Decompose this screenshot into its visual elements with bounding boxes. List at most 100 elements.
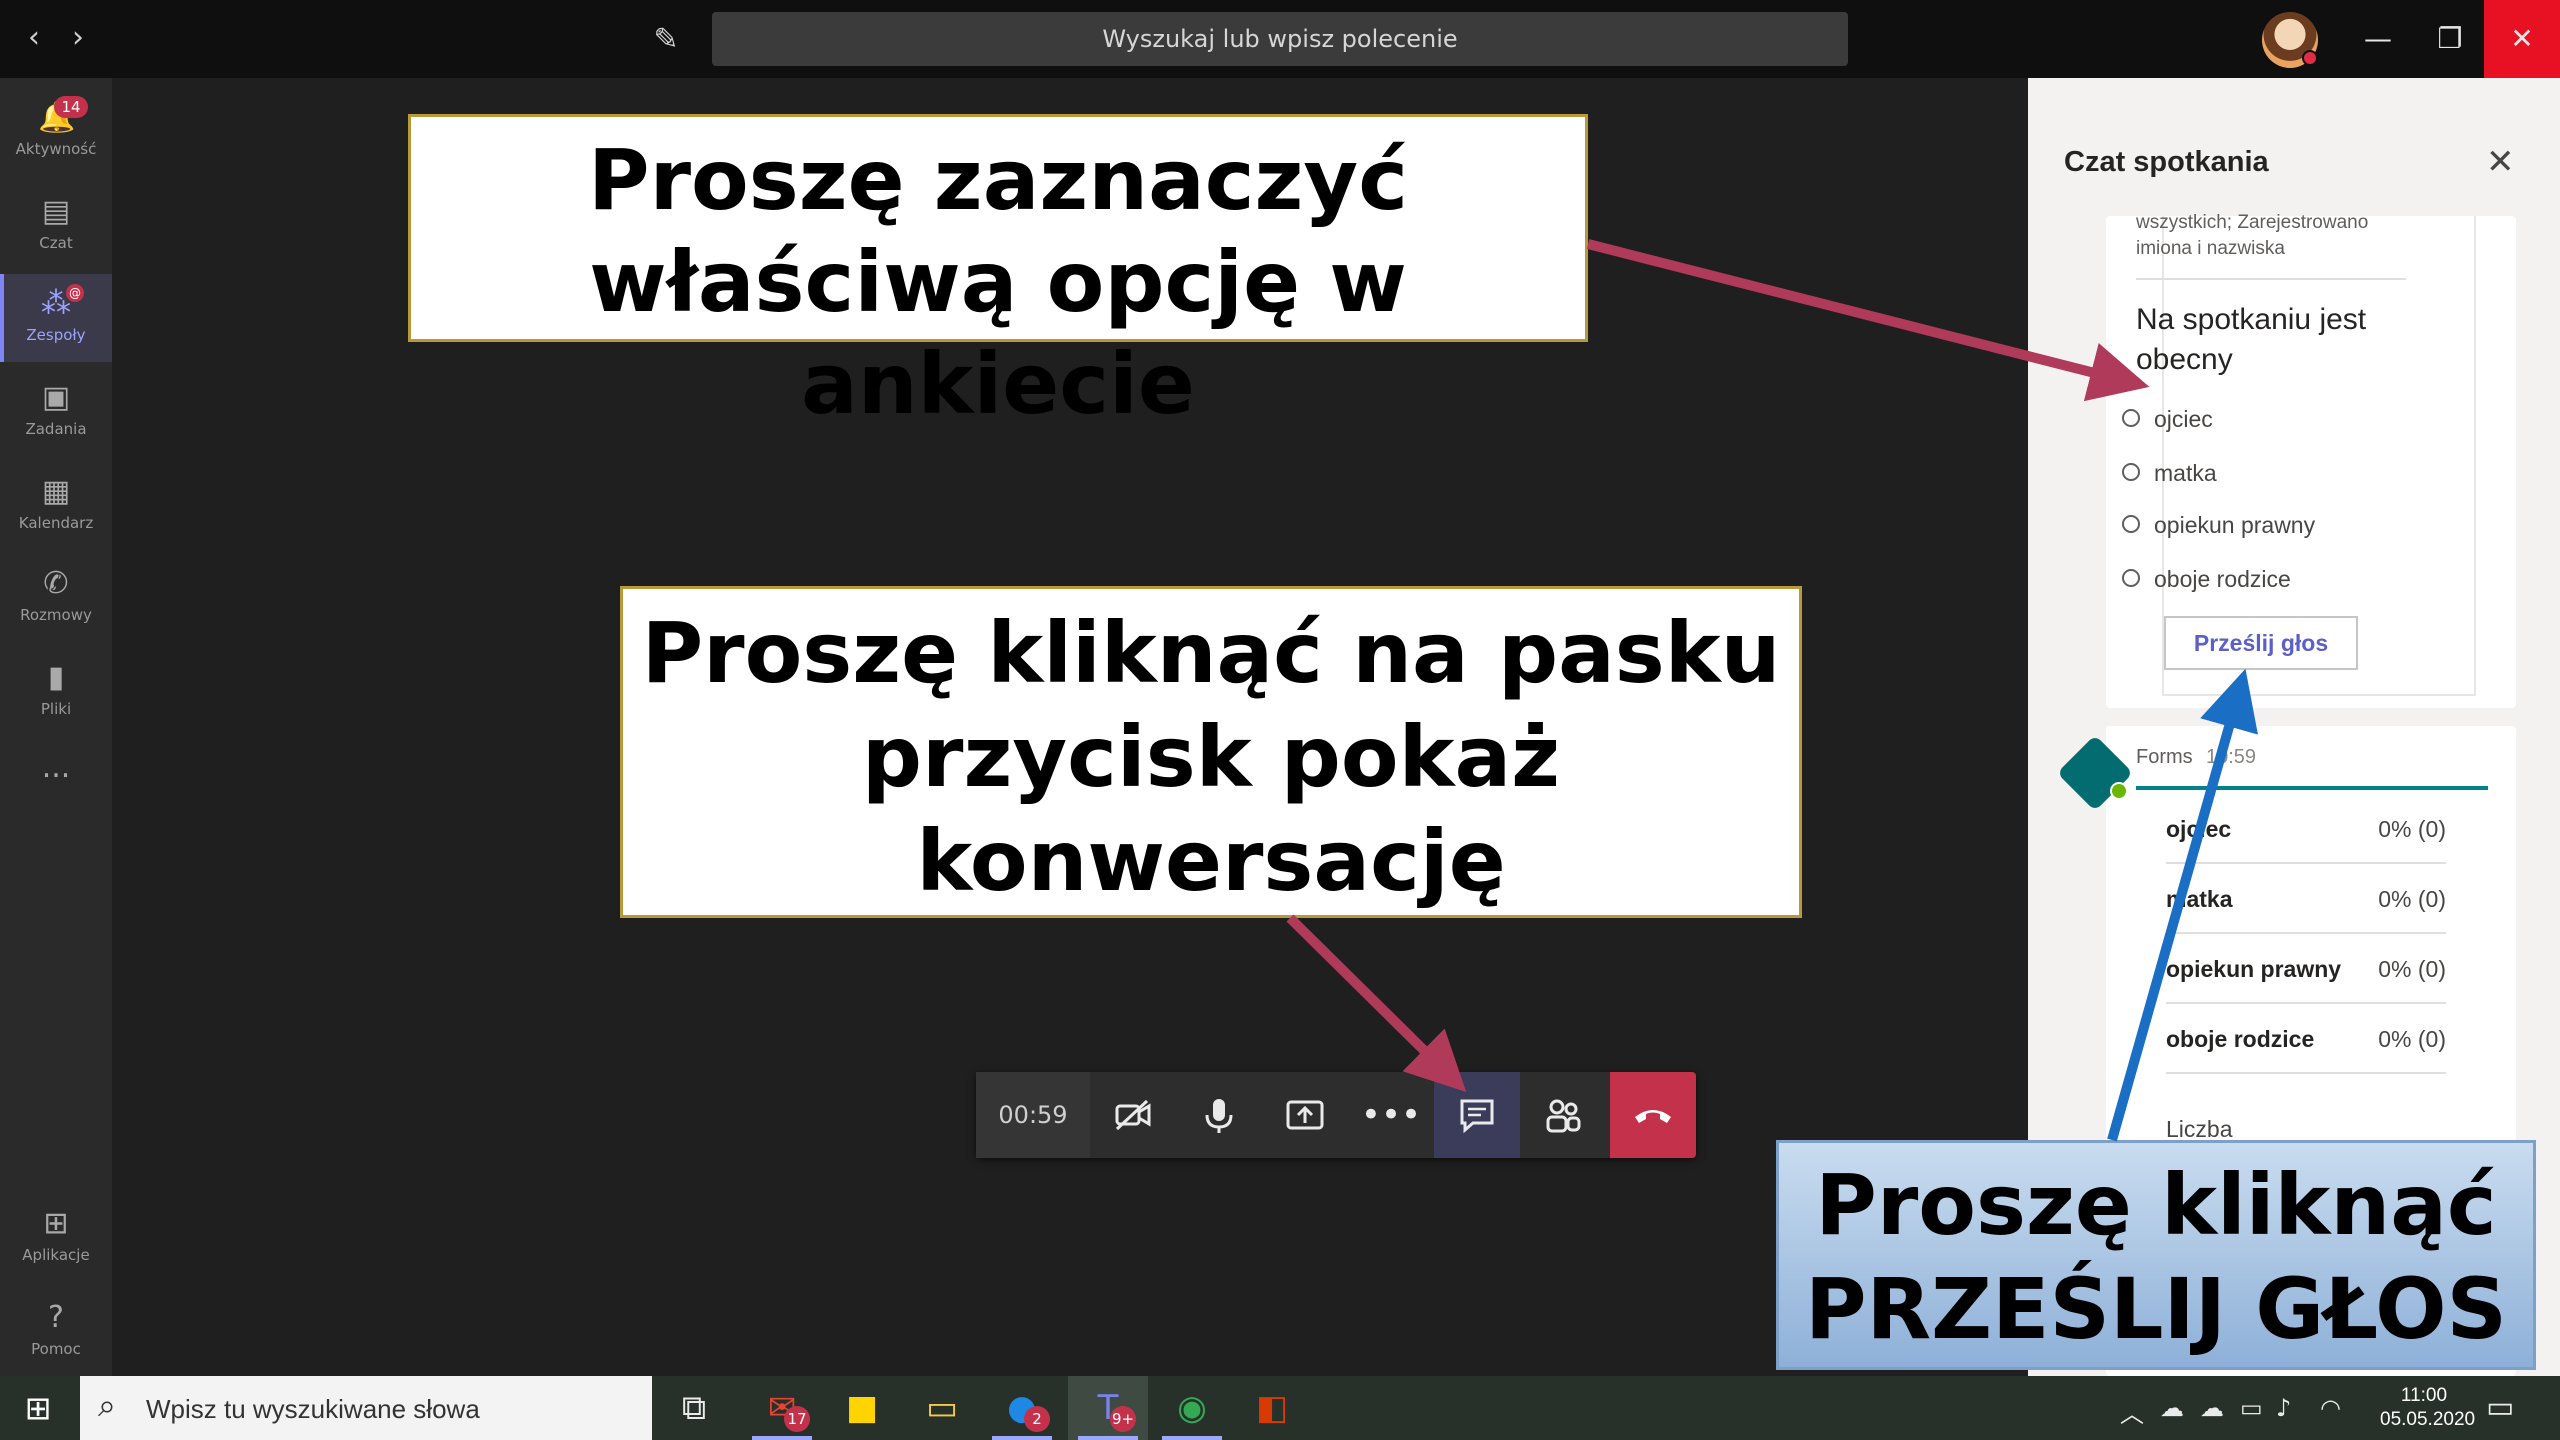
app-rail: 🔔 Aktywność 14 ▤ Czat ⁂ Zespoły @ ▣ Zada… <box>0 78 112 1376</box>
task-view-icon[interactable]: ⧉ <box>654 1376 734 1440</box>
windows-start-icon[interactable]: ⊞ <box>20 1390 56 1426</box>
rail-item-calls[interactable]: ✆ Rozmowy <box>0 554 112 642</box>
office-icon[interactable]: ◧ <box>1232 1376 1312 1440</box>
chevron-right-icon[interactable]: › <box>58 18 98 58</box>
clock-time: 11:00 <box>2400 1385 2448 1406</box>
result-label: oboje rodzice <box>2166 1026 2315 1052</box>
chat-panel-title: Czat spotkania <box>2064 146 2269 178</box>
sender-name: Forms <box>2136 746 2193 768</box>
poll-option[interactable]: opiekun prawny <box>2122 512 2316 539</box>
poll-meta: wszystkich; Zarejestrowano imiona i nazw… <box>2136 212 2369 259</box>
radio-button[interactable] <box>2122 515 2140 533</box>
assignments-icon: ▣ <box>41 380 71 415</box>
results-accent-bar <box>2136 786 2488 790</box>
rail-item-calendar[interactable]: ▦ Kalendarz <box>0 462 112 550</box>
rail-item-label: Aktywność <box>15 140 97 158</box>
poll-option[interactable]: matka <box>2122 460 2217 487</box>
notifications-icon[interactable]: ▭ <box>2486 1390 2514 1425</box>
divider <box>2136 278 2406 280</box>
result-label: opiekun prawny <box>2166 956 2342 982</box>
taskbar-search-placeholder: Wpisz tu wyszukiwane słowa <box>146 1394 480 1424</box>
share-screen-button[interactable] <box>1262 1072 1348 1158</box>
submit-vote-button[interactable]: Prześlij głos <box>2164 616 2358 670</box>
camera-off-icon <box>1115 1099 1151 1131</box>
poll-option[interactable]: ojciec <box>2122 406 2213 433</box>
rail-item-label: Zadania <box>25 420 87 438</box>
call-toolbar: 00:59 ••• <box>976 1072 1696 1158</box>
chevron-up-icon[interactable]: ︿ <box>2120 1394 2144 1429</box>
files-icon: ▮ <box>47 660 65 695</box>
minimize-button[interactable]: — <box>2340 0 2416 78</box>
rail-item-label: Kalendarz <box>18 514 94 532</box>
chat-icon: ▤ <box>41 194 71 229</box>
call-timer: 00:59 <box>976 1072 1090 1158</box>
radio-button[interactable] <box>2122 463 2140 481</box>
chrome-icon[interactable]: ◉ <box>1152 1376 1232 1440</box>
maximize-button[interactable]: ❐ <box>2412 0 2488 78</box>
radio-button[interactable] <box>2122 409 2140 427</box>
result-label: ojciec <box>2166 816 2232 842</box>
sticky-notes-icon[interactable]: ■ <box>822 1376 902 1440</box>
microphone-button[interactable] <box>1176 1072 1262 1158</box>
rail-item-chat[interactable]: ▤ Czat <box>0 182 112 270</box>
result-label: matka <box>2166 886 2233 912</box>
search-icon: ⌕ <box>98 1386 116 1424</box>
apps-icon: ⊞ <box>43 1206 69 1241</box>
radio-button[interactable] <box>2122 569 2140 587</box>
camera-off-button[interactable] <box>1090 1072 1176 1158</box>
compose-icon[interactable]: ✎ <box>646 20 686 60</box>
onedrive-icon[interactable]: ☁ <box>2160 1394 2184 1422</box>
result-value: 0% (0) <box>2378 1026 2446 1052</box>
rail-item-files[interactable]: ▮ Pliki <box>0 648 112 736</box>
search-input[interactable]: Wyszukaj lub wpisz polecenie <box>712 12 1848 66</box>
calendar-icon: ▦ <box>41 474 71 509</box>
poll-option-label: ojciec <box>2154 406 2213 432</box>
gmail-badge: 17 <box>784 1406 810 1432</box>
more-actions-button[interactable]: ••• <box>1348 1072 1434 1158</box>
result-row: ojciec 0% (0) <box>2166 794 2446 864</box>
close-icon[interactable]: ✕ <box>2486 142 2515 182</box>
rail-item-label: Pliki <box>40 700 72 718</box>
clock-date: 05.05.2020 <box>2380 1409 2476 1430</box>
poll-question: Na spotkaniu jest obecny <box>2136 303 2367 376</box>
poll-option-label: oboje rodzice <box>2154 566 2291 592</box>
poll-option[interactable]: oboje rodzice <box>2122 566 2291 593</box>
chevron-left-icon[interactable]: ‹ <box>14 18 54 58</box>
file-explorer-icon[interactable]: ▭ <box>902 1376 982 1440</box>
teams-taskbar-icon[interactable]: T 9+ <box>1068 1376 1148 1440</box>
result-value: 0% (0) <box>2378 956 2446 982</box>
rail-item-activity[interactable]: 🔔 Aktywność 14 <box>0 88 112 176</box>
help-icon: ? <box>48 1300 64 1335</box>
hang-up-button[interactable] <box>1610 1072 1696 1158</box>
cloud-icon[interactable]: ☁ <box>2200 1394 2224 1422</box>
result-value: 0% (0) <box>2378 886 2446 912</box>
rail-item-assignments[interactable]: ▣ Zadania <box>0 368 112 456</box>
show-conversation-button[interactable] <box>1434 1072 1520 1158</box>
taskbar-clock[interactable]: 11:00 05.05.2020 <box>2380 1384 2476 1432</box>
poll-option-label: opiekun prawny <box>2154 512 2316 538</box>
more-apps-button[interactable]: ... <box>0 738 112 826</box>
battery-icon[interactable]: ▭ <box>2240 1394 2263 1422</box>
message-timestamp: 10:59 <box>2206 746 2257 768</box>
rail-item-teams[interactable]: ⁂ Zespoły @ <box>0 274 112 362</box>
taskbar-search-input[interactable]: ⌕ Wpisz tu wyszukiwane słowa <box>80 1376 652 1440</box>
rail-item-help[interactable]: ? Pomoc <box>0 1288 112 1376</box>
result-value: 0% (0) <box>2378 816 2446 842</box>
volume-icon[interactable]: ♪ <box>2276 1394 2291 1422</box>
microphone-icon <box>1205 1099 1233 1133</box>
rail-item-label: Zespoły <box>26 326 86 344</box>
messenger-icon[interactable]: ● 2 <box>982 1376 1062 1440</box>
more-icon: ... <box>41 750 71 785</box>
show-participants-button[interactable] <box>1520 1072 1606 1158</box>
annotation-submit-vote: Proszę kliknąć PRZEŚLIJ GŁOS <box>1776 1140 2536 1370</box>
rail-item-apps[interactable]: ⊞ Aplikacje <box>0 1194 112 1282</box>
online-status-icon <box>2110 782 2128 800</box>
wifi-icon[interactable]: ◠ <box>2320 1394 2341 1422</box>
gmail-icon[interactable]: ✉ 17 <box>742 1376 822 1440</box>
close-window-button[interactable]: ✕ <box>2484 0 2560 78</box>
rail-item-label: Aplikacje <box>22 1246 90 1264</box>
annotation-select-option: Proszę zaznaczyć właściwą opcję w ankiec… <box>408 114 1588 433</box>
rail-item-label: Rozmowy <box>20 606 92 624</box>
share-screen-icon <box>1286 1100 1324 1130</box>
messenger-badge: 2 <box>1024 1406 1050 1432</box>
